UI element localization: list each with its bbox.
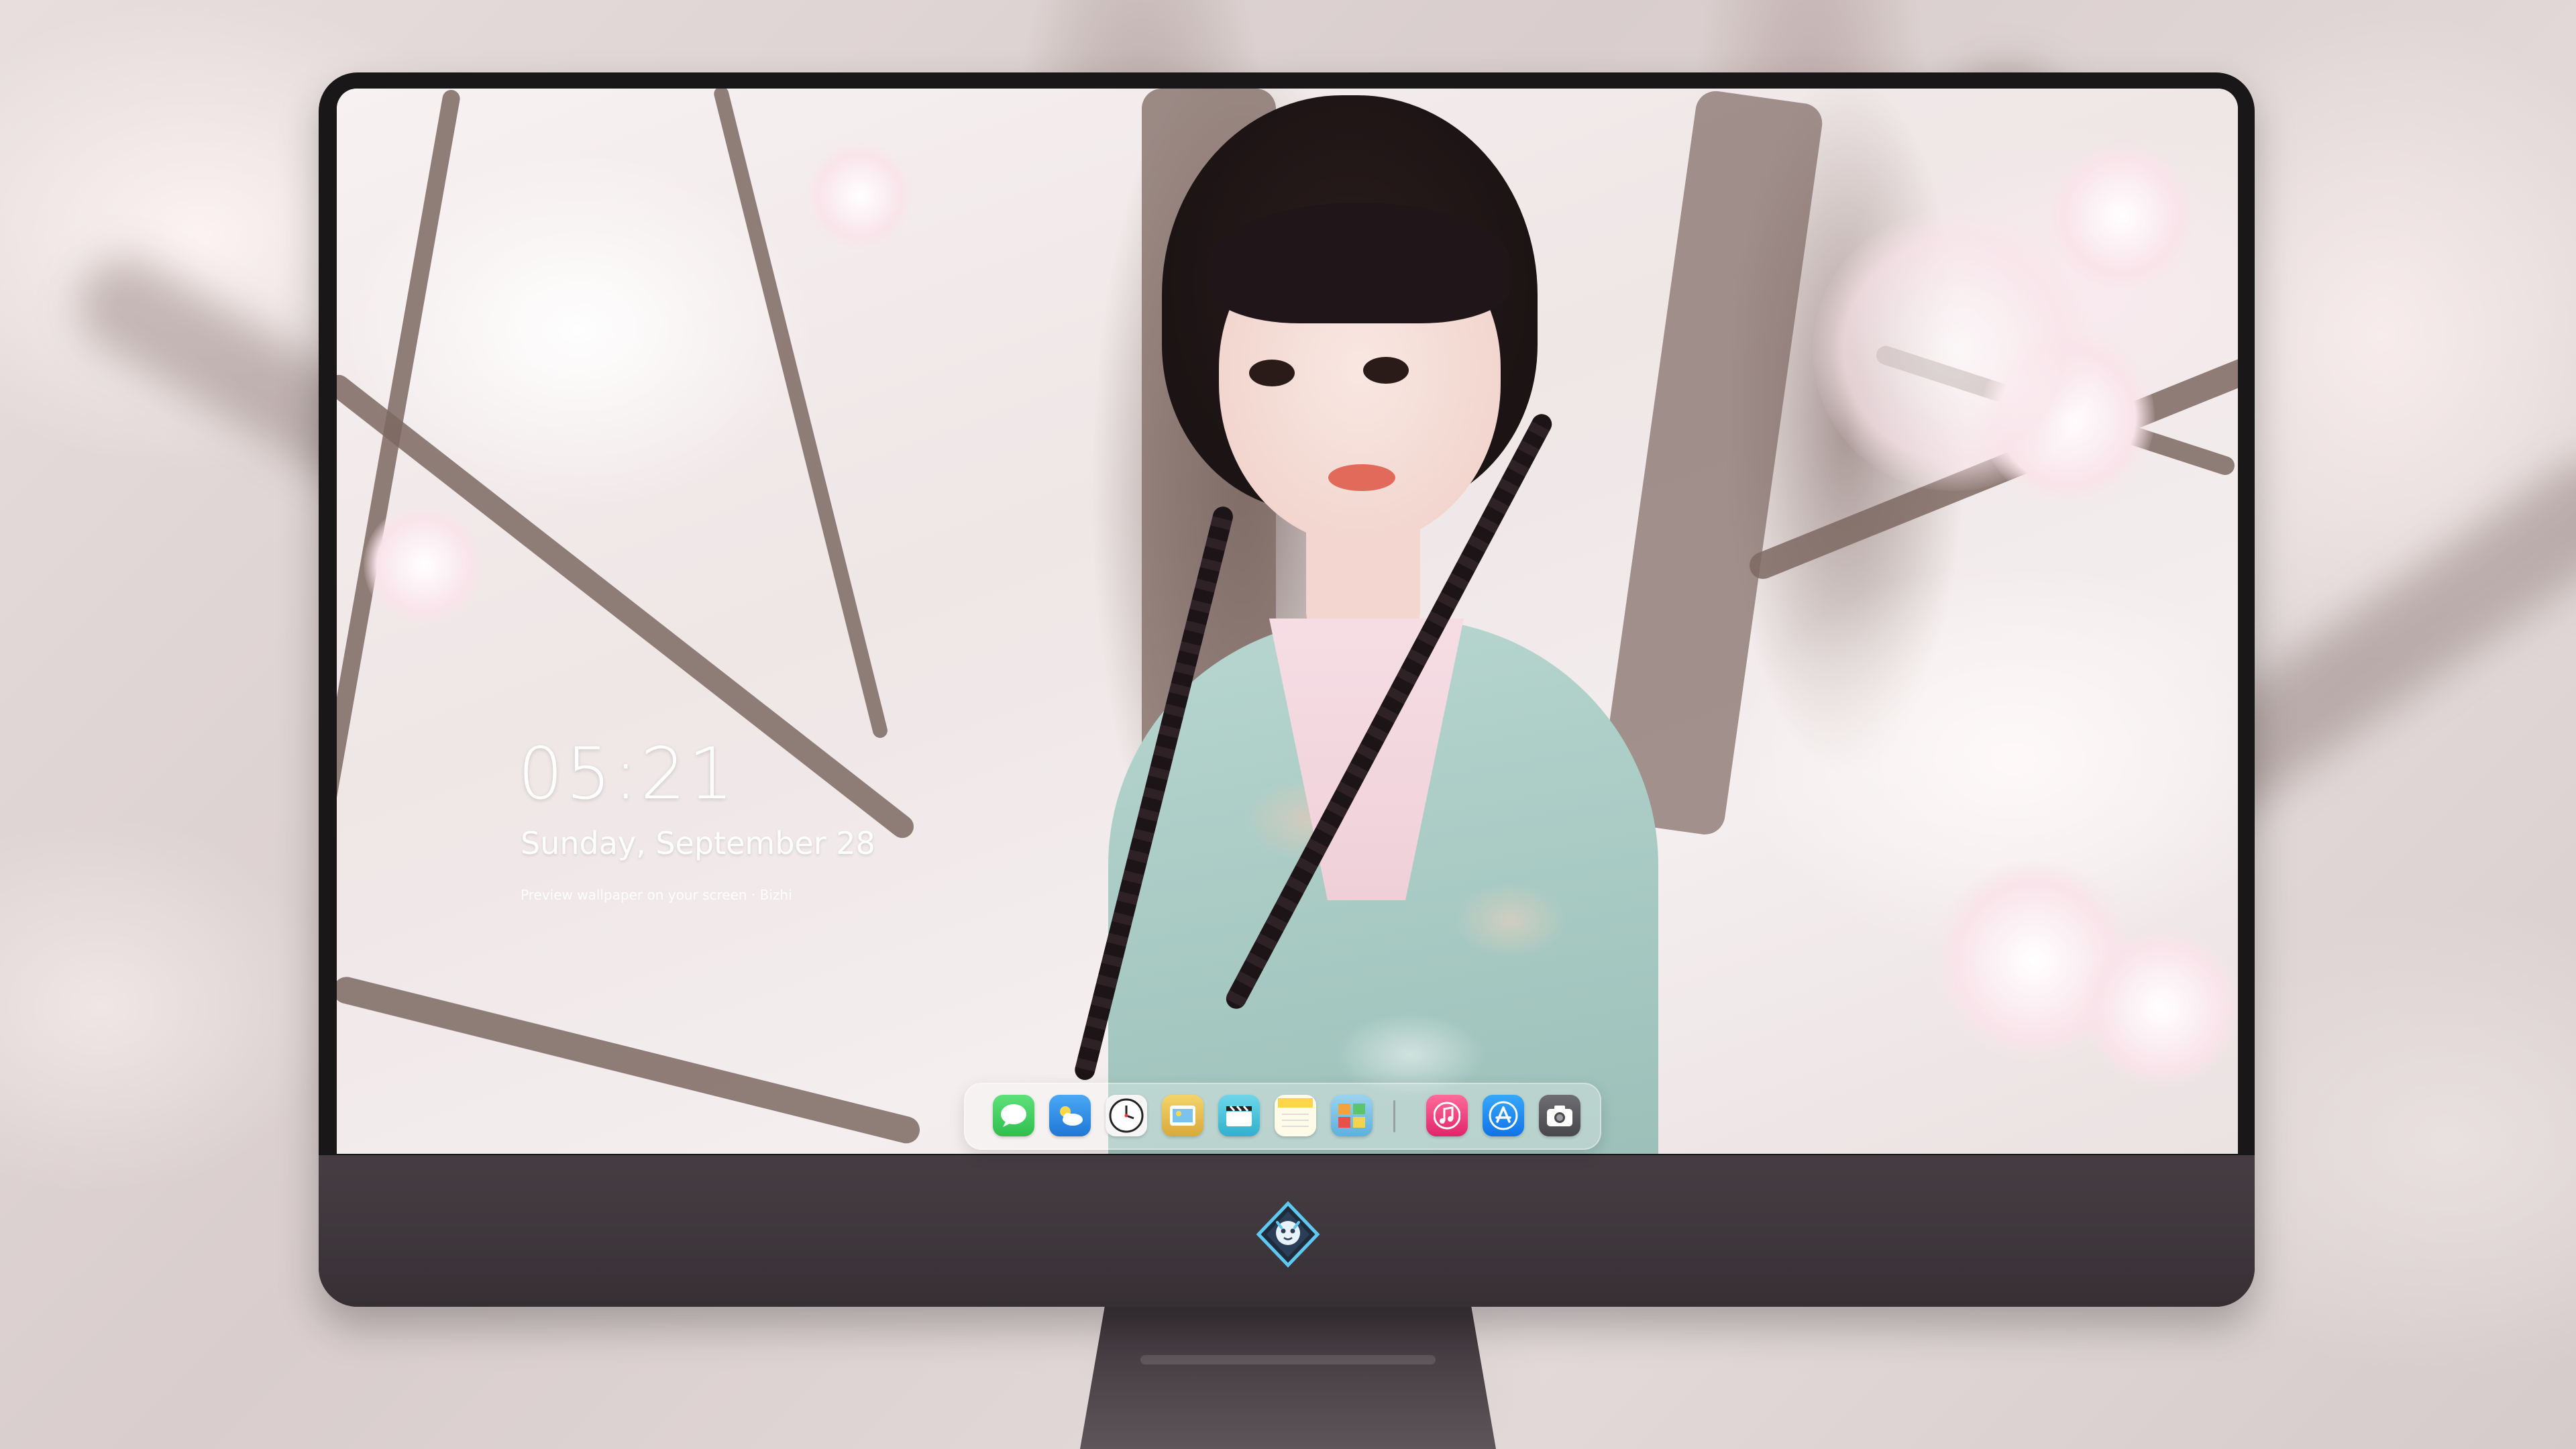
portrait-lips [1328, 464, 1395, 491]
portrait-eye [1249, 360, 1295, 386]
weather-icon[interactable] [1049, 1095, 1091, 1136]
clock-date: Sunday, September 28 [521, 825, 875, 861]
portrait-bangs [1209, 203, 1511, 323]
cherry-blossom [1813, 209, 2094, 491]
desktop-stage: 05:21 Sunday, September 28 Preview wallp… [0, 0, 2576, 1449]
dock-separator [1393, 1100, 1395, 1132]
notes-icon[interactable] [1275, 1095, 1316, 1136]
music-icon[interactable] [1426, 1095, 1468, 1136]
monitor-screen: 05:21 Sunday, September 28 Preview wallp… [337, 89, 2238, 1154]
clock-subtitle: Preview wallpaper on your screen · Bizhi [521, 887, 792, 903]
preview-icon[interactable] [1162, 1095, 1203, 1136]
dragon-logo-icon [1256, 1201, 1320, 1268]
photo-booth-icon[interactable] [1331, 1095, 1373, 1136]
clock-icon[interactable] [1106, 1095, 1147, 1136]
clock-time: 05:21 [518, 733, 737, 815]
camera-icon[interactable] [1539, 1095, 1580, 1136]
clips-icon[interactable] [1218, 1095, 1260, 1136]
monitor-stand [1080, 1305, 1496, 1449]
cherry-blossom [364, 504, 484, 625]
app-store-icon[interactable] [1483, 1095, 1524, 1136]
portrait-eye [1363, 357, 1409, 384]
cherry-blossom [806, 142, 914, 250]
cherry-blossom [2081, 927, 2238, 1088]
cherry-blossom [2047, 142, 2195, 290]
monitor-stand-highlight [1140, 1355, 1436, 1364]
messages-icon[interactable] [993, 1095, 1034, 1136]
